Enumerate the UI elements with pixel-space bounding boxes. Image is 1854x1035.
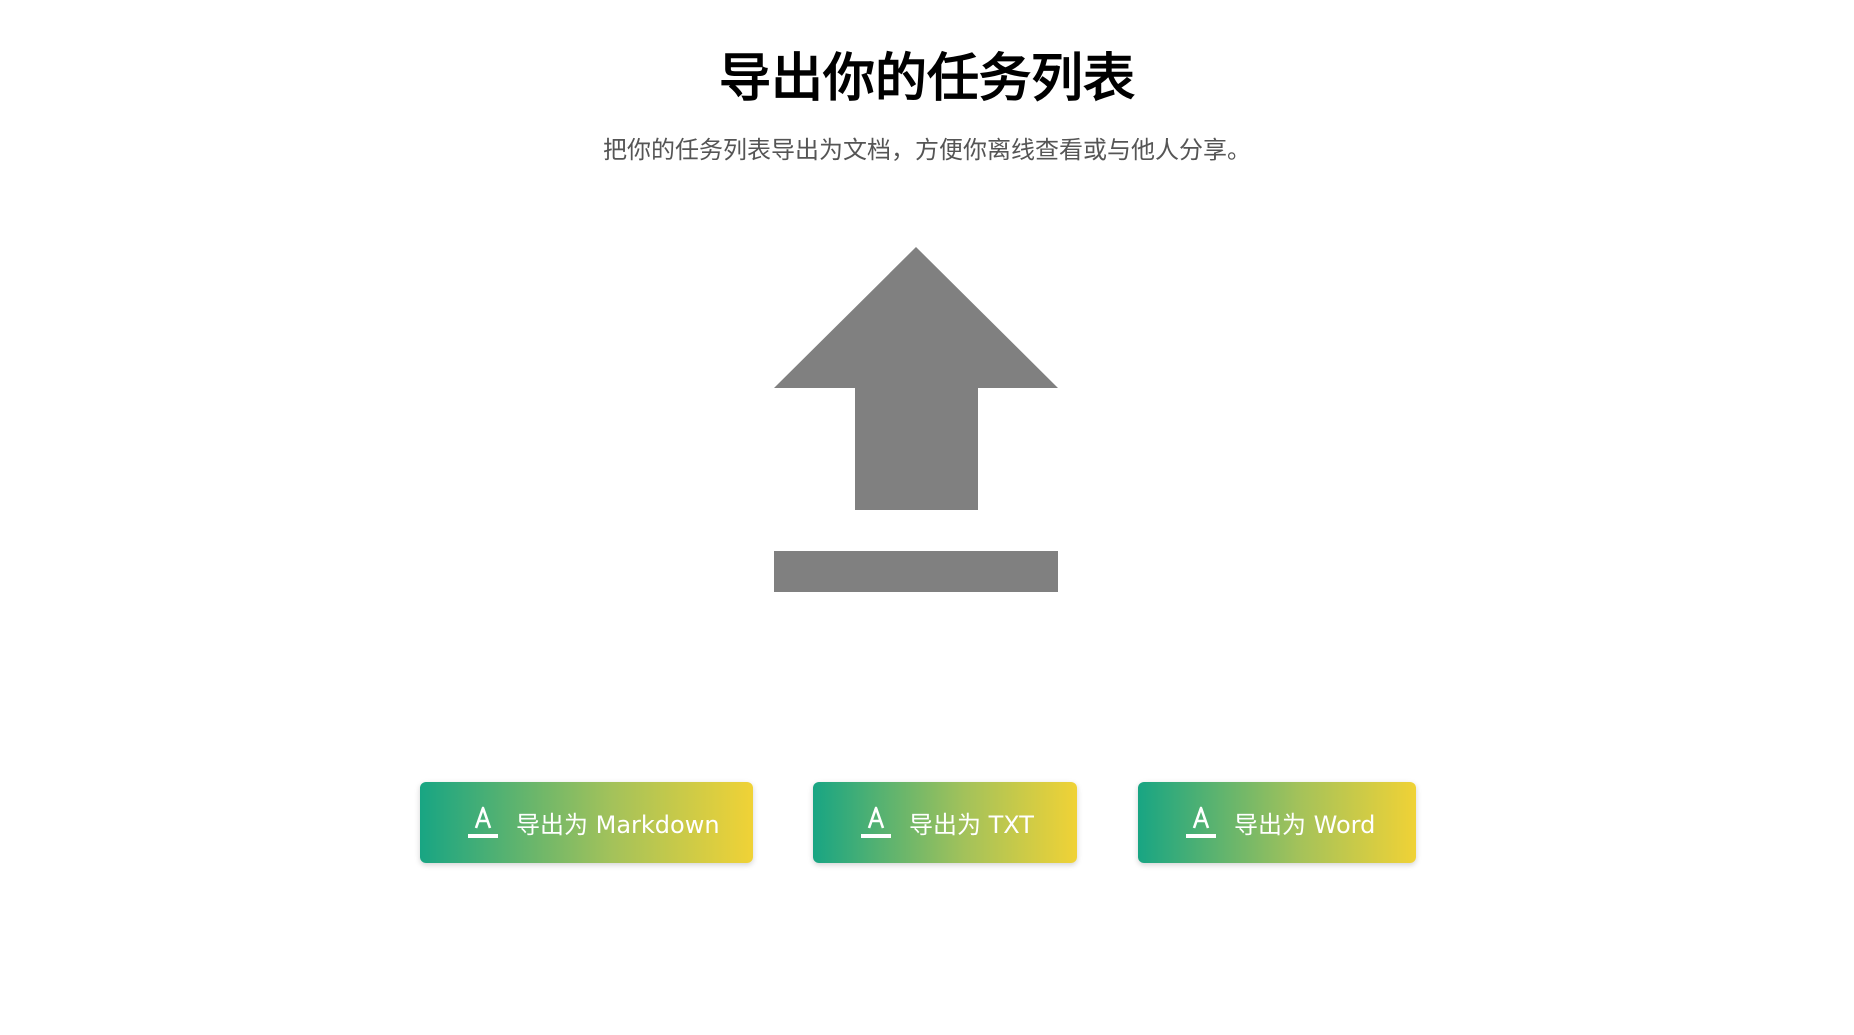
export-markdown-label: 导出为 Markdown [516, 811, 720, 839]
export-txt-label: 导出为 TXT [909, 811, 1034, 839]
upload-icon [774, 247, 1058, 592]
export-word-button[interactable]: 导出为 Word [1138, 782, 1416, 863]
page-subtitle: 把你的任务列表导出为文档，方便你离线查看或与他人分享。 [603, 136, 1251, 164]
export-txt-button[interactable]: 导出为 TXT [813, 782, 1077, 863]
text-format-icon [861, 806, 891, 838]
export-word-label: 导出为 Word [1234, 811, 1376, 839]
export-page: 导出你的任务列表 把你的任务列表导出为文档，方便你离线查看或与他人分享。 导出为… [0, 0, 1854, 1035]
page-title: 导出你的任务列表 [718, 49, 1135, 109]
export-markdown-button[interactable]: 导出为 Markdown [420, 782, 753, 863]
text-format-icon [1186, 806, 1216, 838]
text-format-icon [468, 806, 498, 838]
